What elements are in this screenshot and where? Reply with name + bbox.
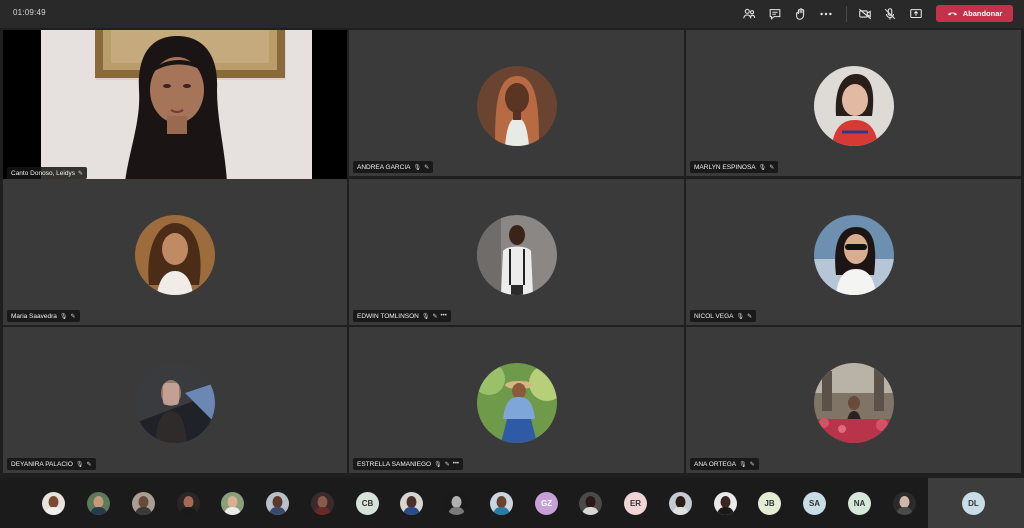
participant-name-label: MARLYN ESPINOSA 🎙 ✎ <box>690 161 779 173</box>
pin-icon: ✎ <box>432 313 438 320</box>
strip-avatar[interactable] <box>579 492 602 515</box>
more-icon <box>820 12 832 16</box>
strip-avatar[interactable] <box>266 492 289 515</box>
mic-off-icon <box>884 8 896 20</box>
strip-avatar[interactable] <box>221 492 244 515</box>
strip-avatar[interactable] <box>311 492 334 515</box>
strip-avatar[interactable] <box>714 492 737 515</box>
more-actions-button[interactable] <box>815 4 837 24</box>
leave-button-label: Abandonar <box>962 9 1003 18</box>
avatar <box>476 66 557 146</box>
avatar <box>813 66 894 146</box>
raise-hand-icon <box>796 8 805 20</box>
meeting-timer: 01:09:49 <box>13 8 46 17</box>
participant-name-label: Canto Donoso, Leidys ✎ <box>7 167 87 179</box>
strip-avatar[interactable] <box>177 492 200 515</box>
strip-avatar[interactable] <box>132 492 155 515</box>
participant-tile[interactable]: ESTRELLA SAMANIEGO 🎙 ✎ ••• <box>349 327 684 473</box>
more-icon[interactable]: ••• <box>441 313 447 319</box>
participant-name: Maria Saavedra <box>11 312 57 320</box>
participant-name: EDWIN TOMLINSON <box>357 312 419 320</box>
strip-avatar[interactable] <box>42 492 65 515</box>
hang-up-icon <box>947 12 957 16</box>
participant-name: ANDREA GARCIA <box>357 163 411 171</box>
participant-tile[interactable]: DEYANIRA PALACIO 🎙 ✎ <box>3 327 347 473</box>
toolbar-divider <box>846 6 847 22</box>
participant-name: DEYANIRA PALACIO <box>11 460 73 468</box>
participants-icon <box>743 8 756 19</box>
participant-name-label: NICOL VEGA 🎙 ✎ <box>690 310 757 322</box>
camera-off-icon <box>858 8 872 20</box>
participant-strip: CB GZ ER JB SA NA <box>0 478 1024 528</box>
participant-name-label: ANDREA GARCIA 🎙 ✎ <box>353 161 434 173</box>
participant-name-label: EDWIN TOMLINSON 🎙 ✎ ••• <box>353 310 451 322</box>
mic-icon: 🎙 <box>758 164 767 171</box>
strip-avatar-initials[interactable]: GZ <box>535 492 558 515</box>
strip-avatar[interactable] <box>445 492 468 515</box>
participant-name: MARLYN ESPINOSA <box>694 163 756 171</box>
participant-name-label: ANA ORTEGA 🎙 ✎ <box>690 458 759 470</box>
participant-tile[interactable]: EDWIN TOMLINSON 🎙 ✎ ••• <box>349 179 684 325</box>
mic-icon: 🎙 <box>75 461 84 468</box>
raise-hand-button[interactable] <box>790 4 812 24</box>
strip-avatar-initials[interactable]: CB <box>356 492 379 515</box>
avatar <box>476 215 557 295</box>
strip-avatar[interactable] <box>87 492 110 515</box>
avatar <box>135 363 215 443</box>
avatar <box>813 363 894 443</box>
strip-avatar-initials[interactable]: ER <box>624 492 647 515</box>
participant-name: Canto Donoso, Leidys <box>11 169 75 177</box>
strip-avatar-initials[interactable]: SA <box>803 492 826 515</box>
pin-icon: ✎ <box>769 164 775 171</box>
chat-button[interactable] <box>764 4 786 24</box>
participant-name-label: Maria Saavedra 🎙 ✎ <box>7 310 80 322</box>
leave-button[interactable]: Abandonar <box>936 5 1013 22</box>
self-view-tile[interactable]: DL <box>928 478 1024 528</box>
participant-name: NICOL VEGA <box>694 312 734 320</box>
participant-tile[interactable]: ANDREA GARCIA 🎙 ✎ <box>349 30 684 176</box>
strip-avatar-initials[interactable]: JB <box>758 492 781 515</box>
camera-toggle-button[interactable] <box>854 4 876 24</box>
participant-tile[interactable]: Maria Saavedra 🎙 ✎ <box>3 179 347 325</box>
strip-avatar[interactable] <box>490 492 513 515</box>
participant-name: ESTRELLA SAMANIEGO <box>357 460 432 468</box>
pin-icon: ✎ <box>749 461 755 468</box>
strip-avatar[interactable] <box>893 492 916 515</box>
participant-tile[interactable]: MARLYN ESPINOSA 🎙 ✎ <box>686 30 1021 176</box>
avatar <box>135 215 215 295</box>
pin-icon: ✎ <box>444 461 450 468</box>
pin-icon: ✎ <box>747 313 753 320</box>
participant-name-label: DEYANIRA PALACIO 🎙 ✎ <box>7 458 96 470</box>
mic-icon: 🎙 <box>434 461 442 468</box>
pin-icon: ✎ <box>424 164 430 171</box>
featured-video-tile[interactable]: Canto Donoso, Leidys ✎ <box>3 30 347 182</box>
participant-name-label: ESTRELLA SAMANIEGO 🎙 ✎ ••• <box>353 458 464 470</box>
pin-icon: ✎ <box>86 461 92 468</box>
participant-video <box>41 30 312 182</box>
participant-name: ANA ORTEGA <box>694 460 737 468</box>
mic-toggle-button[interactable] <box>879 4 901 24</box>
strip-avatar[interactable] <box>669 492 692 515</box>
meeting-toolbar: 01:09:49 Abandonar <box>0 0 1024 28</box>
mic-icon: 🎙 <box>59 313 68 320</box>
share-icon <box>910 9 922 19</box>
avatar <box>476 363 557 443</box>
participant-tile[interactable]: ANA ORTEGA 🎙 ✎ <box>686 327 1021 473</box>
more-icon[interactable]: ••• <box>453 461 459 467</box>
pin-icon: ✎ <box>70 313 76 320</box>
participants-button[interactable] <box>738 4 760 24</box>
participant-tile[interactable]: NICOL VEGA 🎙 ✎ <box>686 179 1021 325</box>
strip-avatar[interactable] <box>400 492 423 515</box>
chat-icon <box>769 9 781 20</box>
mic-icon: 🎙 <box>739 461 747 468</box>
participants-grid: Canto Donoso, Leidys ✎ ANDREA GARCIA 🎙 ✎… <box>0 30 1024 476</box>
strip-avatar-initials[interactable]: NA <box>848 492 871 515</box>
avatar <box>813 215 894 295</box>
pin-icon: ✎ <box>77 170 83 177</box>
mic-icon: 🎙 <box>736 313 745 320</box>
self-avatar-initials: DL <box>962 492 985 515</box>
mic-icon: 🎙 <box>413 164 422 171</box>
mic-icon: 🎙 <box>421 313 430 320</box>
share-screen-button[interactable] <box>905 4 927 24</box>
